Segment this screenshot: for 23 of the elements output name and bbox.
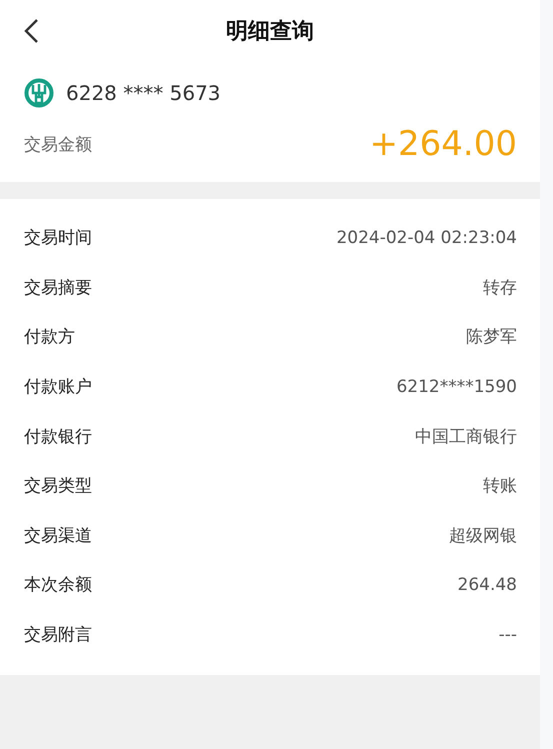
detail-value: 中国工商银行 [415, 426, 517, 448]
detail-label: 付款方 [24, 326, 75, 348]
amount-value: +264.00 [370, 124, 517, 164]
detail-value: 6212****1590 [396, 376, 517, 397]
detail-label: 付款银行 [24, 426, 92, 448]
detail-label: 交易渠道 [24, 524, 92, 547]
detail-value: 陈梦军 [466, 326, 517, 348]
bank-logo-icon [24, 78, 54, 108]
detail-label: 交易时间 [24, 227, 92, 250]
detail-value: 转存 [483, 276, 517, 299]
detail-label: 交易附言 [24, 624, 92, 646]
detail-value: --- [498, 624, 517, 645]
detail-label: 付款账户 [24, 376, 92, 398]
detail-value: 2024-02-04 02:23:04 [336, 228, 517, 248]
detail-value: 超级网银 [449, 524, 517, 547]
page-title: 明细查询 [226, 18, 314, 46]
detail-label: 本次余额 [24, 574, 92, 596]
account-number: 6228 **** 5673 [66, 81, 221, 105]
amount-label: 交易金额 [24, 134, 92, 156]
detail-label: 交易摘要 [24, 276, 92, 299]
detail-value: 264.48 [458, 574, 517, 595]
detail-label: 交易类型 [24, 475, 92, 498]
detail-value: 转账 [483, 475, 517, 498]
